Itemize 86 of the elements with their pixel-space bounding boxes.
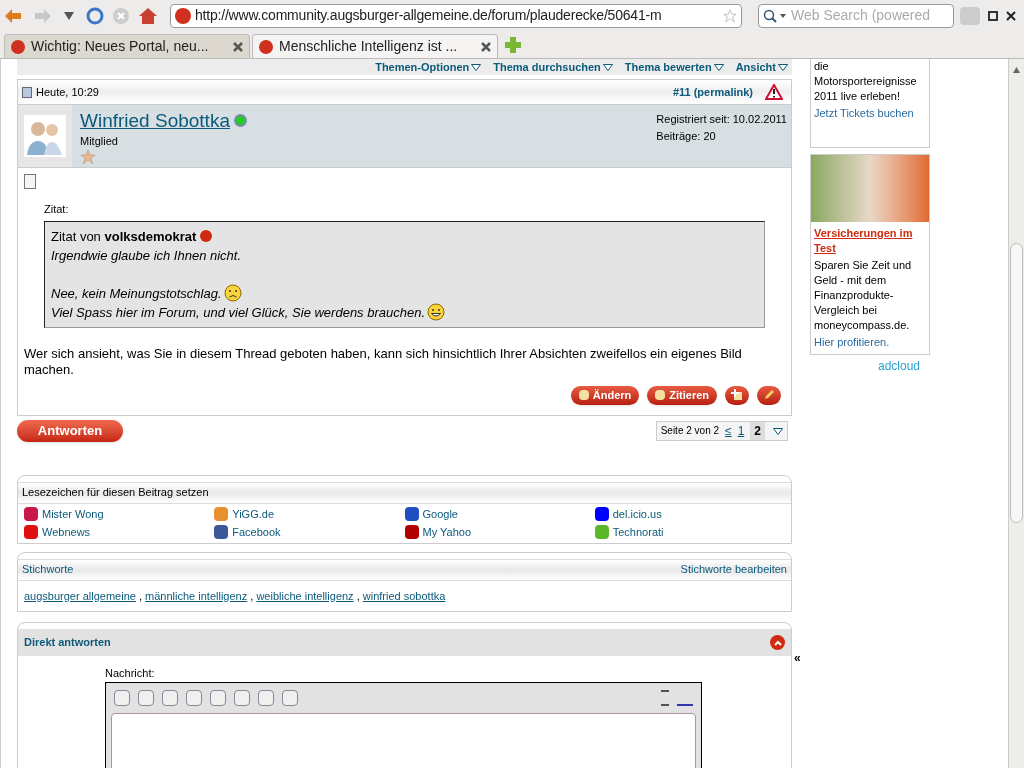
- ad-text: Sparen Sie Zeit und Geld - mit dem Finanzprodukte-Vergleich bei moneycompass.de.: [813, 258, 913, 333]
- bookmark-service-link[interactable]: del.icio.us: [594, 505, 785, 522]
- quote-label: Zitat:: [44, 202, 70, 217]
- user-rank: Mitglied: [80, 133, 119, 149]
- search-icon: [763, 8, 787, 23]
- scroll-up-arrow-icon[interactable]: [1013, 67, 1020, 73]
- bookmark-service-link[interactable]: Technorati: [594, 524, 785, 541]
- new-tab-plus-icon[interactable]: [504, 36, 522, 54]
- close-tab-icon[interactable]: [233, 41, 243, 52]
- tag-separator: ,: [249, 588, 255, 604]
- warning-icon[interactable]: [765, 84, 783, 100]
- sidebar-toggle[interactable]: «: [794, 651, 801, 666]
- tag-link[interactable]: weibliche intelligenz: [256, 587, 354, 604]
- quick-edit-button[interactable]: [757, 385, 781, 405]
- bookmark-service-link[interactable]: YiGG.de: [214, 505, 405, 522]
- ad-title-link[interactable]: Versicherungen im Test: [811, 226, 929, 256]
- scrollbar-thumb[interactable]: [1010, 243, 1023, 523]
- close-icon[interactable]: [1006, 10, 1016, 21]
- permalink[interactable]: #11 (permalink): [672, 83, 753, 101]
- post-body-text: Wer sich ansieht, was Sie in diesem Thread geboten haben, kann sich hinsichtlich Ihrer Absichten zweifellos ein eigenes Bild machen.: [24, 345, 743, 378]
- thread-menu-link[interactable]: Thema durchsuchen: [493, 59, 613, 76]
- plus-note-icon: [731, 389, 743, 401]
- browser-tab[interactable]: Menschliche Intelligenz ist ...: [252, 34, 498, 58]
- stop-icon[interactable]: [112, 6, 130, 25]
- ad-network-logo: adcloud: [877, 359, 920, 374]
- post-count: Beiträge: 20: [656, 128, 717, 144]
- edit-tags-link[interactable]: Stichworte bearbeiten: [680, 561, 787, 578]
- quote-author: Zitat von volksdemokrat: [51, 227, 197, 246]
- sad-smiley-icon: [223, 284, 242, 302]
- bookmark-service-link[interactable]: Mister Wong: [24, 505, 215, 522]
- quote-text: Nee, kein Meinungstotschlag.: [51, 284, 222, 303]
- browser-tab[interactable]: Wichtig: Neues Portal, neu...: [4, 34, 250, 58]
- post-action-button[interactable]: Zitieren: [647, 385, 717, 405]
- ad-text: die Motorsportereignisse 2011 live erleben!: [814, 59, 918, 104]
- bookmark-service-link[interactable]: Facebook: [214, 524, 405, 541]
- tag-separator: ,: [137, 588, 144, 604]
- bookmark-service-link[interactable]: My Yahoo: [404, 524, 595, 541]
- bookmarks-header: Lesezeichen für diesen Beitrag setzen: [18, 481, 791, 504]
- page-link[interactable]: 2: [750, 421, 765, 440]
- tag-link[interactable]: winfried sobottka: [362, 587, 446, 604]
- thread-menu-link[interactable]: Themen-Optionen: [375, 59, 482, 76]
- address-field[interactable]: http://www.community.augsburger-allgemeine.de/forum/plauderecke/50641-m: [170, 3, 742, 28]
- dropdown-triangle-icon: [773, 427, 783, 435]
- tags-header: Stichworte: [22, 562, 74, 578]
- collapse-icon[interactable]: [770, 635, 785, 650]
- site-favicon-icon: [259, 39, 273, 54]
- search-field[interactable]: Web Search (powered: [758, 3, 954, 28]
- site-favicon-icon: [175, 7, 191, 24]
- page-count: Seite 2 von 2: [660, 424, 720, 438]
- dropdown-triangle-icon: [471, 64, 482, 72]
- ad-link[interactable]: Hier profitieren.: [811, 335, 929, 350]
- bookmark-star-icon[interactable]: [723, 8, 737, 23]
- quote-text: Irgendwie glaube ich Ihnen nicht.: [51, 246, 242, 265]
- multi-quote-button[interactable]: [725, 385, 749, 405]
- registration-date: Registriert seit: 10.02.2011: [656, 112, 787, 127]
- dropdown-triangle-icon: [713, 64, 724, 72]
- back-arrow-icon[interactable]: [4, 7, 22, 24]
- message-label: Nachricht:: [105, 666, 156, 681]
- post-action-button[interactable]: Ändern: [570, 385, 640, 405]
- quick-reply-header: Direkt antworten: [24, 635, 111, 651]
- page-link[interactable]: 1: [737, 421, 745, 440]
- previous-page-link[interactable]: ≤: [725, 421, 732, 440]
- bookmark-service-link[interactable]: Webnews: [24, 524, 215, 541]
- dropdown-triangle-icon: [778, 64, 788, 72]
- home-icon[interactable]: [138, 6, 158, 25]
- quote-text: Viel Spass hier im Forum, und viel Glück, Sie werdens brauchen.: [51, 303, 426, 322]
- avatar-silhouette-icon: [24, 115, 66, 157]
- history-dropdown-icon[interactable]: [64, 11, 74, 20]
- tag-separator: ,: [355, 588, 361, 604]
- rank-star-icon: [80, 149, 96, 166]
- tag-link[interactable]: augsburger allgemeine: [24, 587, 136, 604]
- post-date: Heute, 10:29: [36, 84, 99, 100]
- thread-menu-link[interactable]: Thema bewerten: [624, 59, 724, 76]
- reply-button[interactable]: Antworten: [17, 419, 123, 442]
- site-favicon-icon: [11, 39, 25, 54]
- tag-link[interactable]: männliche intelligenz: [145, 587, 248, 604]
- dropdown-triangle-icon: [602, 64, 613, 72]
- restore-icon[interactable]: [988, 10, 998, 21]
- thread-menu-link[interactable]: Ansicht: [735, 59, 788, 76]
- post-page-icon: [22, 86, 32, 98]
- close-tab-icon[interactable]: [481, 41, 491, 52]
- message-input-field[interactable]: [111, 712, 696, 768]
- ad-link[interactable]: Jetzt Tickets buchen: [814, 106, 926, 121]
- grinning-smiley-icon: [427, 303, 446, 321]
- bookmark-service-link[interactable]: Google: [404, 505, 595, 522]
- author-name-link[interactable]: Winfried Sobottka: [80, 109, 230, 133]
